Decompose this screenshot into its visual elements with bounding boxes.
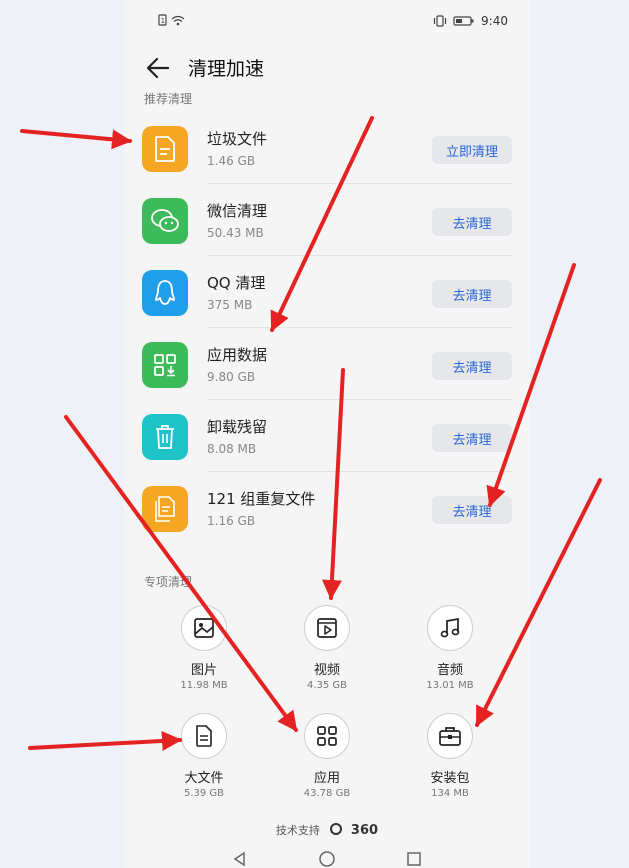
go-clean-button[interactable]: 去清理 <box>432 424 512 452</box>
grid-item-name: 音频 <box>436 663 463 678</box>
special-section-label: 专项清理 <box>144 575 193 589</box>
grid-item-large-files[interactable]: 大文件 5.39 GB <box>144 713 264 799</box>
svg-text:1: 1 <box>161 17 165 25</box>
list-item-qq[interactable]: QQ 清理 375 MB 去清理 <box>124 256 530 328</box>
nav-back-icon[interactable] <box>232 851 248 867</box>
grid-item-video[interactable]: 视频 4.35 GB <box>267 605 387 691</box>
image-icon <box>181 605 227 651</box>
list-item-wechat[interactable]: 微信清理 50.43 MB 去清理 <box>124 184 530 256</box>
nav-recents-icon[interactable] <box>406 851 422 867</box>
grid-item-name: 大文件 <box>184 771 224 786</box>
go-clean-button[interactable]: 去清理 <box>432 208 512 236</box>
phone-screen: 1 9:40 清理加速 推荐清理 垃圾文件 1.46 GB 立即清理 微信清理 … <box>124 0 530 868</box>
duplicate-file-icon <box>142 486 188 532</box>
qq-icon <box>142 270 188 316</box>
item-name: 垃圾文件 <box>207 130 268 148</box>
apps-grid-icon <box>304 713 350 759</box>
item-name: 121 组重复文件 <box>207 490 316 508</box>
video-icon <box>304 605 350 651</box>
list-item-app-data[interactable]: 应用数据 9.80 GB 去清理 <box>124 328 530 400</box>
app-bar: 清理加速 <box>124 42 530 94</box>
go-clean-button[interactable]: 去清理 <box>432 280 512 308</box>
grid-item-name: 视频 <box>313 663 340 678</box>
item-size: 1.16 GB <box>207 514 256 528</box>
360-logo-icon <box>330 823 343 835</box>
grid-item-images[interactable]: 图片 11.98 MB <box>144 605 264 691</box>
clean-now-button[interactable]: 立即清理 <box>432 136 512 164</box>
item-size: 9.80 GB <box>207 370 256 384</box>
item-name: 应用数据 <box>207 346 268 364</box>
app-data-icon <box>142 342 188 388</box>
vibrate-icon <box>433 15 447 27</box>
footer-brand: 360 <box>350 823 379 838</box>
grid-item-apps[interactable]: 应用 43.78 GB <box>267 713 387 799</box>
grid-item-size: 11.98 MB <box>180 680 228 691</box>
list-item-uninstall-residue[interactable]: 卸载残留 8.08 MB 去清理 <box>124 400 530 472</box>
recommended-list: 垃圾文件 1.46 GB 立即清理 微信清理 50.43 MB 去清理 QQ 清… <box>124 100 530 550</box>
footer-text: 技术支持 <box>275 824 320 837</box>
grid-item-size: 4.35 GB <box>306 680 348 691</box>
grid-item-name: 图片 <box>190 663 217 678</box>
grid-item-size: 13.01 MB <box>426 680 474 691</box>
nav-home-icon[interactable] <box>319 851 335 867</box>
wechat-icon <box>142 198 188 244</box>
go-clean-button[interactable]: 去清理 <box>432 352 512 380</box>
item-name: 微信清理 <box>207 202 268 220</box>
status-time: 9:40 <box>481 14 508 28</box>
navigation-bar <box>124 848 530 868</box>
grid-item-name: 安装包 <box>430 771 470 786</box>
arrow-left-icon <box>146 57 170 79</box>
grid-item-audio[interactable]: 音频 13.01 MB <box>390 605 510 691</box>
grid-item-install-packages[interactable]: 安装包 134 MB <box>390 713 510 799</box>
document-icon <box>181 713 227 759</box>
status-bar: 1 9:40 <box>124 0 530 42</box>
grid-item-size: 5.39 GB <box>183 788 225 799</box>
trash-icon <box>142 414 188 460</box>
grid-item-size: 134 MB <box>431 788 469 799</box>
file-icon <box>142 126 188 172</box>
music-icon <box>427 605 473 651</box>
item-size: 1.46 GB <box>207 154 256 168</box>
special-clean-grid: 图片 11.98 MB 视频 4.35 GB 音频 13.01 MB 大文件 5… <box>124 595 530 815</box>
sim-wifi-icon: 1 <box>158 14 185 26</box>
battery-icon <box>453 16 474 26</box>
item-name: 卸载残留 <box>207 418 268 436</box>
briefcase-icon <box>427 713 473 759</box>
back-button[interactable] <box>144 54 172 82</box>
item-name: QQ 清理 <box>207 274 266 292</box>
grid-item-size: 43.78 GB <box>303 788 351 799</box>
item-size: 8.08 MB <box>207 442 257 456</box>
item-size: 375 MB <box>207 298 253 312</box>
grid-item-name: 应用 <box>313 771 340 786</box>
go-clean-button[interactable]: 去清理 <box>432 496 512 524</box>
red-arrow-1 <box>20 129 132 150</box>
list-item-junk-files[interactable]: 垃圾文件 1.46 GB 立即清理 <box>124 112 530 184</box>
page-title: 清理加速 <box>188 58 265 80</box>
status-right-icons: 9:40 <box>433 14 508 28</box>
status-left-icons: 1 <box>158 14 194 26</box>
powered-by: 技术支持 360 <box>124 822 530 838</box>
list-item-duplicate-files[interactable]: 121 组重复文件 1.16 GB 去清理 <box>124 472 530 544</box>
item-size: 50.43 MB <box>207 226 264 240</box>
